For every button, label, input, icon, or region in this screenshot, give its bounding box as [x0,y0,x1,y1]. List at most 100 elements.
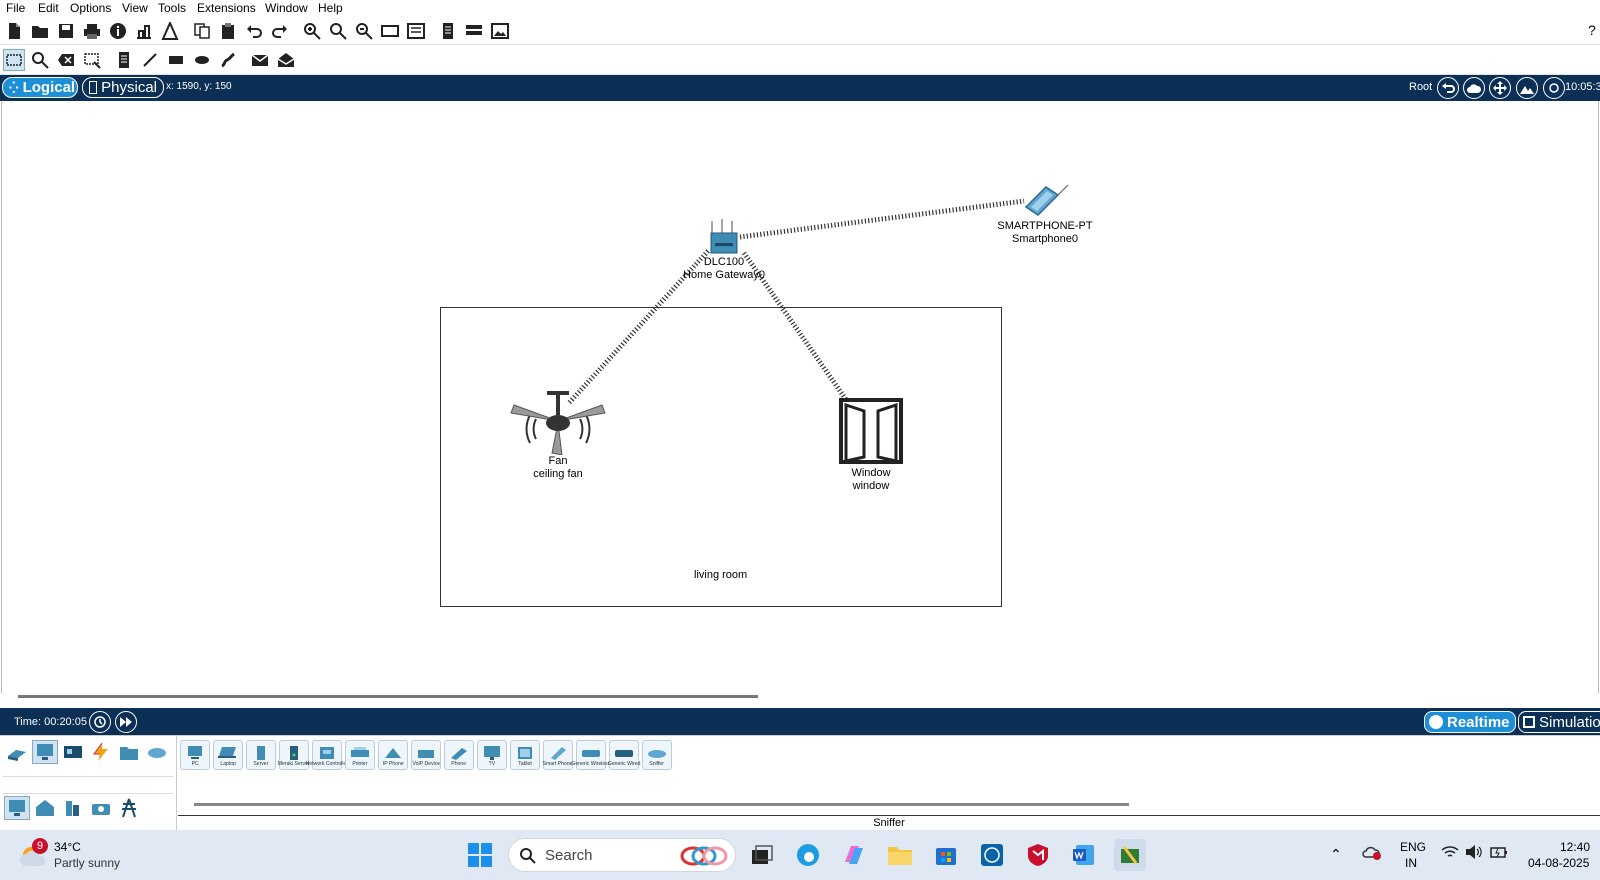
home-subtype-icon[interactable] [32,796,58,820]
end-device-subtype-icon[interactable] [4,796,30,820]
living-room-cluster[interactable] [440,307,1002,607]
wifi-icon[interactable] [1441,844,1459,863]
power-grid-subtype-icon[interactable] [116,796,142,820]
menu-extensions[interactable]: Extensions [197,1,256,15]
tab-logical[interactable]: ⁛ Logical [2,77,78,98]
menu-edit[interactable]: Edit [38,1,59,15]
device-ip-phone[interactable]: IP Phone [378,740,408,770]
new-icon[interactable] [3,20,25,42]
smartphone-device[interactable] [1022,181,1070,219]
weather-widget-icon[interactable]: 9 [20,838,48,868]
device-laptop[interactable]: Laptop [213,740,243,770]
start-button[interactable] [464,839,496,871]
print-icon[interactable] [81,20,103,42]
copilot-icon[interactable] [838,839,870,871]
industrial-subtype-icon[interactable] [88,796,114,820]
inspect-icon[interactable] [29,49,51,71]
home-gateway-device[interactable] [708,217,740,255]
back-icon[interactable] [1437,77,1459,99]
freeform-icon[interactable] [217,49,239,71]
rectangle-icon[interactable] [165,49,187,71]
delete-icon[interactable] [55,49,77,71]
realtime-mode-button[interactable]: Realtime [1424,711,1516,733]
open-icon[interactable] [29,20,51,42]
zoom-out-icon[interactable] [353,20,375,42]
viewport-icon[interactable] [463,20,485,42]
device-pc[interactable]: PC [180,740,210,770]
device-sniffer[interactable]: Sniffer [642,740,672,770]
resize-shape-icon[interactable] [81,49,103,71]
line-icon[interactable] [139,49,161,71]
complex-pdu-icon[interactable] [275,49,297,71]
smart-city-subtype-icon[interactable] [60,796,86,820]
ceiling-fan-device[interactable] [510,389,606,456]
background-image-icon[interactable] [1516,77,1538,99]
cloud-icon[interactable] [1463,77,1485,99]
custom-device-icon[interactable] [405,20,427,42]
input-language[interactable]: ENG [1400,840,1426,854]
end-devices-icon[interactable] [32,740,58,764]
device-tv[interactable]: TV [477,740,507,770]
select-icon[interactable] [3,49,25,71]
device-server[interactable]: Server [246,740,276,770]
device-generic-wireless[interactable]: Generic Wireless [572,740,610,770]
zoom-in-icon[interactable] [301,20,323,42]
mcafee-icon[interactable] [1022,839,1054,871]
onedrive-icon[interactable] [1362,844,1382,863]
task-view-icon[interactable] [746,839,778,871]
edge-icon[interactable] [792,839,824,871]
tab-physical[interactable]: Physical [82,77,164,98]
device-printer[interactable]: Printer [345,740,375,770]
screenshot-icon[interactable] [489,20,511,42]
drawing-palette-icon[interactable] [379,20,401,42]
undo-icon[interactable] [243,20,265,42]
menu-view[interactable]: View [122,1,148,15]
device-voip[interactable]: VoIP Device [411,740,441,770]
taskbar-time[interactable]: 12:40 [1560,840,1590,854]
show-hidden-icons-icon[interactable]: ⌃ [1330,846,1342,863]
environment-icon[interactable] [1543,77,1565,99]
word-icon[interactable] [1068,839,1100,871]
menu-help[interactable]: Help [318,1,343,15]
network-wizard-icon[interactable] [133,20,155,42]
dell-icon[interactable] [976,839,1008,871]
battery-icon[interactable] [1489,844,1509,863]
taskbar-date[interactable]: 04-08-2025 [1528,856,1589,870]
packet-tracer-taskbar-icon[interactable] [1114,839,1146,871]
note-icon[interactable] [113,49,135,71]
connections-icon[interactable] [88,740,114,764]
device-network-controller[interactable]: Network Controller [306,740,348,770]
menu-options[interactable]: Options [70,1,111,15]
input-region[interactable]: IN [1405,856,1417,870]
device-phone[interactable]: Phone [444,740,474,770]
menu-file[interactable]: File [6,1,25,15]
menu-tools[interactable]: Tools [158,1,186,15]
fast-forward-icon[interactable] [115,711,137,733]
power-cycle-icon[interactable] [89,711,111,733]
cluster-icon[interactable] [437,20,459,42]
device-smart-phone[interactable]: Smart Phone [543,740,573,770]
ellipse-icon[interactable] [191,49,213,71]
components-icon[interactable] [60,740,86,764]
zoom-reset-icon[interactable] [327,20,349,42]
device-grid-scrollbar[interactable] [194,803,1129,806]
paste-icon[interactable] [217,20,239,42]
multiuser-icon[interactable] [144,740,170,764]
help-icon[interactable]: ? [1588,22,1596,38]
microsoft-store-icon[interactable] [930,839,962,871]
activity-wizard-icon[interactable] [159,20,181,42]
workspace-horizontal-scrollbar[interactable] [18,695,758,698]
menu-window[interactable]: Window [265,1,308,15]
miscellaneous-icon[interactable] [116,740,142,764]
simple-pdu-icon[interactable] [249,49,271,71]
redo-icon[interactable] [269,20,291,42]
device-generic-wired[interactable]: Generic Wired [608,740,640,770]
taskbar-search[interactable]: Search [508,838,736,872]
window-device[interactable] [838,397,904,465]
device-tablet[interactable]: Tablet [510,740,540,770]
network-devices-icon[interactable] [4,740,30,764]
device-meraki-server[interactable]: Meraki Server [278,740,310,770]
file-explorer-icon[interactable] [884,839,916,871]
move-icon[interactable] [1489,77,1511,99]
volume-icon[interactable] [1465,844,1483,863]
